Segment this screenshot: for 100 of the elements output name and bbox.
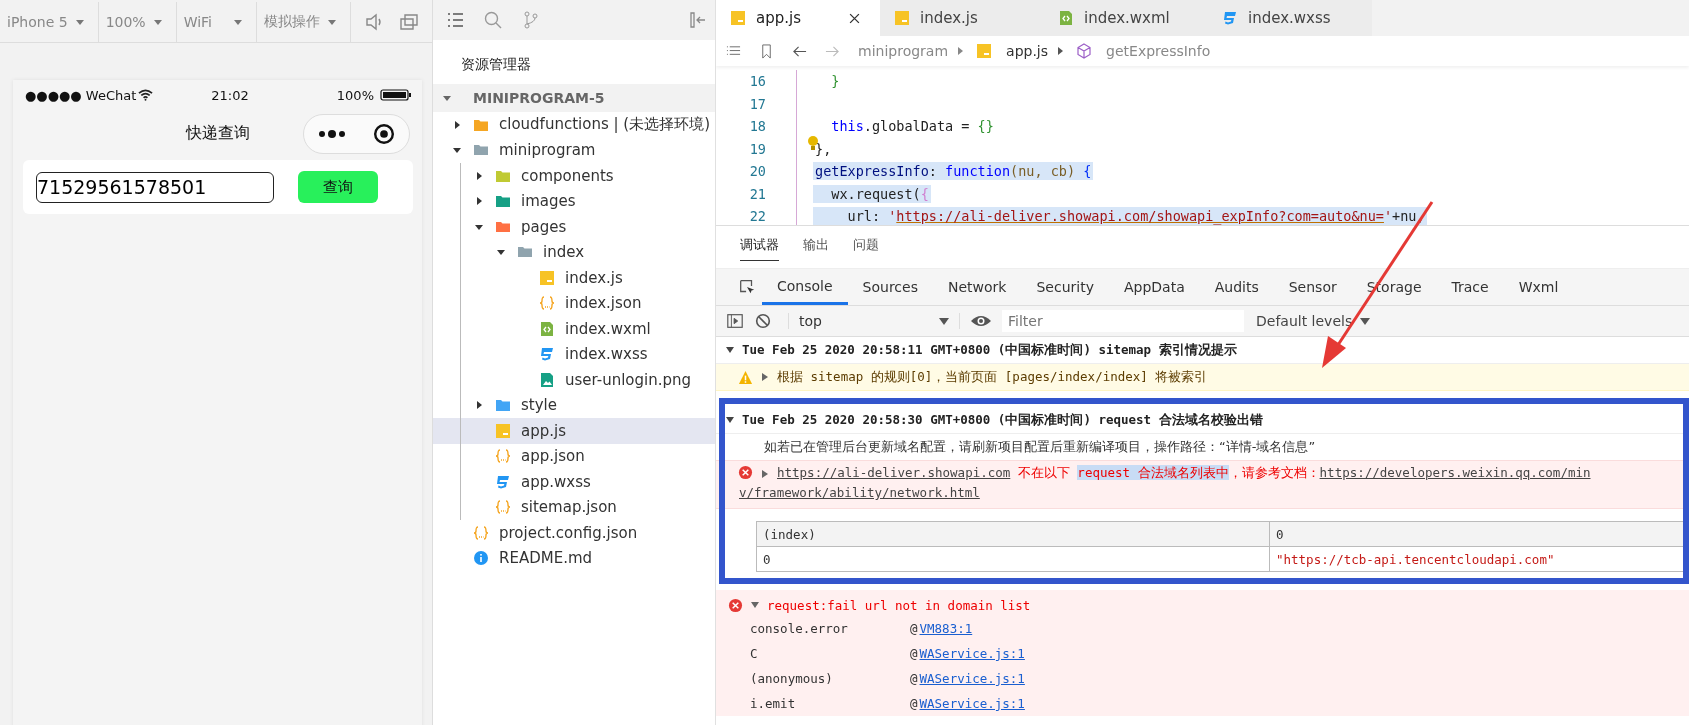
caret-right-icon[interactable] (475, 171, 483, 180)
at-sign: @ (910, 696, 918, 711)
caret-icon (153, 19, 162, 25)
caret-right-icon[interactable] (453, 120, 461, 129)
at-sign: @ (910, 646, 918, 661)
battery-percent: 100% (336, 87, 374, 103)
css-file-icon (495, 473, 511, 490)
error-icon (738, 465, 753, 480)
editor-tab[interactable]: index.wxss (1208, 0, 1372, 36)
at-sign: @ (910, 621, 918, 636)
tree-item[interactable]: cloudfunctions | (未选择环境) (433, 112, 715, 138)
collapse-panel-icon[interactable] (687, 10, 707, 30)
search-icon[interactable] (483, 10, 503, 30)
source-link[interactable]: VM883:1 (919, 621, 973, 636)
editor-tab[interactable]: index.wxml (1044, 0, 1208, 36)
line-number: 22 (748, 208, 766, 225)
css-file-icon (539, 346, 555, 363)
panel-tab[interactable]: 调试器 (740, 236, 779, 261)
wifi-icon (138, 89, 154, 101)
devtools-tab[interactable]: Trace (1436, 269, 1504, 305)
caret-down-icon[interactable] (497, 248, 505, 257)
tree-item[interactable]: app.js (433, 418, 715, 444)
js-file-icon (539, 269, 555, 286)
panel-tab[interactable]: 输出 (803, 236, 829, 260)
project-header[interactable]: MINIPROGRAM-5 (433, 84, 715, 112)
list-icon[interactable] (445, 10, 465, 30)
devtools-tab[interactable]: Sources (847, 269, 933, 305)
context-dropdown[interactable]: top (788, 313, 960, 329)
sidebar-toggle-icon[interactable] (726, 312, 744, 330)
capsule-menu[interactable] (303, 114, 410, 154)
code-file-icon (539, 320, 555, 337)
source-link[interactable]: WAService.js:1 (919, 696, 1025, 711)
caret-right-icon[interactable] (761, 373, 769, 381)
bookmark-icon[interactable] (759, 43, 774, 59)
line-number: 19 (748, 140, 766, 157)
link[interactable]: https://developers.weixin.qq.com/min (1319, 465, 1591, 480)
js-file-icon (894, 10, 910, 26)
breadcrumb-item[interactable]: getExpressInfo (1106, 43, 1211, 59)
tracking-number-field[interactable]: 71529561578501 (36, 171, 274, 203)
line-number: 18 (748, 118, 766, 135)
devtools-tab[interactable]: Security (1021, 269, 1109, 305)
stack-function: i.emit (750, 696, 797, 711)
window-icon[interactable] (399, 12, 419, 32)
line-number: 16 (748, 73, 766, 90)
source-link[interactable]: WAService.js:1 (919, 671, 1025, 686)
caret-icon (328, 19, 336, 25)
info-icon (473, 550, 489, 567)
filter-field[interactable]: Filter (1002, 310, 1244, 332)
panel-tab[interactable]: 问题 (853, 236, 879, 260)
close-icon[interactable] (849, 12, 860, 24)
tree-item[interactable]: project.config.json (433, 520, 715, 546)
js-file-icon (495, 422, 511, 439)
table-header: (index) (756, 521, 1270, 547)
eye-icon[interactable] (970, 314, 992, 328)
caret-icon (1360, 317, 1371, 325)
close-icon[interactable] (373, 123, 396, 145)
query-button[interactable]: 查询 (298, 171, 378, 203)
line-number: 20 (748, 163, 766, 180)
table-cell: 0 (756, 546, 1270, 572)
caret-right-icon (1058, 47, 1065, 55)
devtools-tab[interactable]: Wxml (1503, 269, 1574, 305)
caret-down-icon[interactable] (726, 416, 734, 424)
tree-item[interactable]: README.md (433, 545, 715, 571)
editor-tab[interactable]: app.js (716, 0, 880, 36)
inspect-icon[interactable] (738, 278, 756, 296)
caret-right-icon[interactable] (475, 197, 483, 206)
caret-right-icon (958, 47, 965, 55)
devtools-tab[interactable]: Sensor (1273, 269, 1352, 305)
css-file-icon (1222, 10, 1238, 26)
source-link[interactable]: WAService.js:1 (919, 646, 1025, 661)
tree-item[interactable]: miniprogram (433, 137, 715, 163)
clear-icon[interactable] (754, 312, 772, 330)
braces-icon (495, 499, 511, 516)
stack-function: C (750, 646, 759, 661)
error-message: request:fail url not in domain list (767, 597, 1031, 613)
caret-down-icon[interactable] (726, 346, 734, 354)
braces-icon (473, 524, 489, 541)
more-icon[interactable] (317, 128, 346, 140)
page-title: 快递查询 (185, 122, 250, 144)
braces-icon (539, 295, 555, 312)
caret-down-icon[interactable] (453, 146, 461, 155)
error-message: https://ali-deliver.showapi.com 不在以下 request 合法域名列表中，请参考文档：https://developers.weixin.qq.com/min (777, 465, 1591, 482)
carrier-label: ●●●●● WeChat (25, 87, 137, 103)
warning-icon (738, 369, 753, 385)
caret-down-icon[interactable] (475, 222, 483, 231)
link[interactable]: v/framework/ability/network.html (739, 485, 1591, 500)
devtools-tab[interactable]: Network (932, 269, 1022, 305)
levels-dropdown[interactable]: Default levels (1256, 313, 1371, 329)
link[interactable]: https://ali-deliver.showapi.com (777, 465, 1011, 480)
editor-tab[interactable]: index.js (880, 0, 1044, 36)
stack-function: console.error (750, 621, 849, 636)
caret-right-icon[interactable] (475, 401, 483, 410)
breadcrumb-item[interactable]: miniprogram (858, 43, 949, 59)
caret-icon (939, 317, 949, 325)
devtools-tab[interactable]: Audits (1199, 269, 1274, 305)
clock-time: 21:02 (211, 87, 249, 103)
breadcrumb-item[interactable]: app.js (1006, 43, 1049, 59)
log-group-title: Tue Feb 25 2020 20:58:11 GMT+0800 (中国标准时间) sitemap 索引情况提示 (742, 341, 1237, 359)
code-file-icon (1058, 10, 1074, 26)
devtools-tab[interactable]: AppData (1108, 269, 1200, 305)
